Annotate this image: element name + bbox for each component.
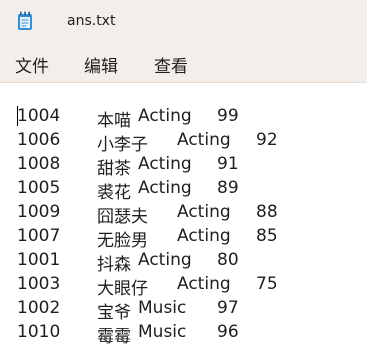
line-category: Acting <box>138 178 192 198</box>
line-category: Music <box>138 322 187 342</box>
line-category: Acting <box>177 130 231 150</box>
line-score: 96 <box>217 322 239 342</box>
line-id: 1002 <box>17 298 61 318</box>
menu-view[interactable]: 查看 <box>154 52 188 77</box>
line-category: Acting <box>177 274 231 294</box>
line-category: Acting <box>138 250 192 270</box>
menu-file[interactable]: 文件 <box>15 52 49 77</box>
line-name: 小李子 <box>97 135 148 155</box>
line-score: 88 <box>256 202 278 222</box>
line-name: 裘花 <box>97 183 131 203</box>
line-id: 1004 <box>17 106 61 126</box>
line-category: Acting <box>138 106 192 126</box>
line-score: 92 <box>256 130 278 150</box>
line-id: 1003 <box>17 274 61 294</box>
line-id: 1001 <box>17 250 61 270</box>
line-name: 无脸男 <box>97 231 148 251</box>
line-score: 89 <box>217 178 239 198</box>
line-id: 1006 <box>17 130 61 150</box>
line-score: 85 <box>256 226 278 246</box>
line-name: 宝爷 <box>97 303 131 323</box>
line-name: 本喵 <box>97 111 131 131</box>
line-name: 甜茶 <box>97 159 131 179</box>
line-score: 80 <box>217 250 239 270</box>
line-score: 97 <box>217 298 239 318</box>
line-category: Music <box>138 298 187 318</box>
line-id: 1010 <box>17 322 61 342</box>
window-title: ans.txt <box>67 13 116 29</box>
line-score: 75 <box>256 274 278 294</box>
line-id: 1008 <box>17 154 61 174</box>
line-category: Acting <box>138 154 192 174</box>
line-category: Acting <box>177 202 231 222</box>
notepad-icon <box>18 11 32 30</box>
title-bar: ans.txt <box>0 0 367 44</box>
line-category: Acting <box>177 226 231 246</box>
line-score: 99 <box>217 106 239 126</box>
line-id: 1005 <box>17 178 61 198</box>
line-name: 大眼仔 <box>97 279 148 299</box>
menu-edit[interactable]: 编辑 <box>84 52 118 77</box>
line-name: 囧瑟夫 <box>97 207 148 227</box>
line-name: 霉霉 <box>97 327 131 347</box>
menu-bar: 文件 编辑 查看 <box>0 44 367 83</box>
line-name: 抖森 <box>97 255 131 275</box>
line-score: 91 <box>217 154 239 174</box>
line-id: 1009 <box>17 202 61 222</box>
line-id: 1007 <box>17 226 61 246</box>
